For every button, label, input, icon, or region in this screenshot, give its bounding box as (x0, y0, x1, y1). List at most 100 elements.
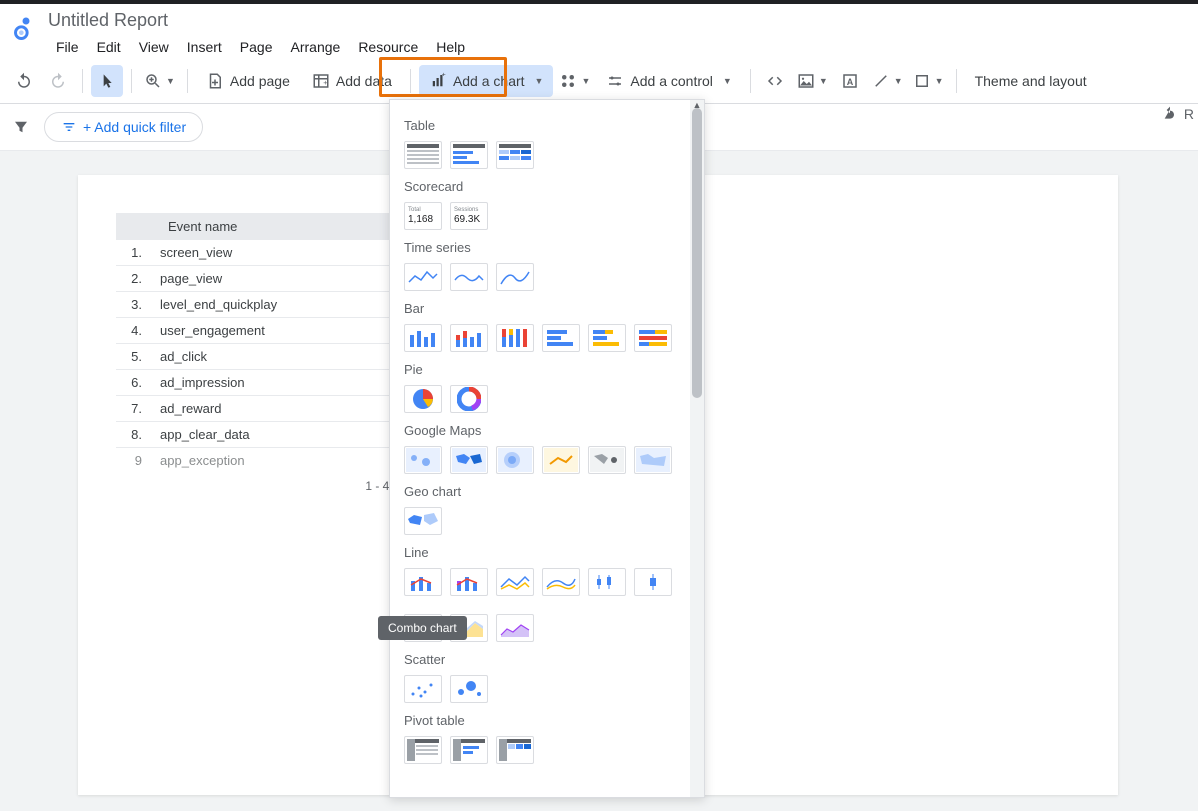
bar-chart-option[interactable] (542, 324, 580, 352)
stacked-bar-option[interactable] (588, 324, 626, 352)
stacked-column-100-option[interactable] (496, 324, 534, 352)
candlestick-option[interactable] (588, 568, 626, 596)
community-viz-button[interactable]: ▼ (555, 65, 594, 97)
row-value: level_end_quickplay (160, 297, 396, 312)
row-value: ad_impression (160, 375, 396, 390)
table-row[interactable]: 3.level_end_quickplay (116, 292, 396, 318)
zoom-button[interactable]: ▼ (140, 65, 179, 97)
satellite-map-option[interactable] (634, 446, 672, 474)
filter-icon[interactable] (12, 118, 32, 136)
stacked-bar-100-option[interactable] (634, 324, 672, 352)
line-tool-button[interactable]: ▼ (868, 65, 907, 97)
document-title[interactable]: Untitled Report (48, 8, 1186, 33)
chevron-down-icon: ▼ (535, 76, 544, 86)
smoothed-timeseries-option[interactable] (496, 263, 534, 291)
menu-view[interactable]: View (131, 35, 177, 59)
add-control-button[interactable]: Add a control▼ (596, 65, 741, 97)
table-row[interactable]: 1.screen_view (116, 240, 396, 266)
bubble-map-option[interactable] (404, 446, 442, 474)
scrollbar-thumb[interactable] (692, 108, 702, 398)
header-label: Event name (168, 219, 237, 234)
menubar: File Edit View Insert Page Arrange Resou… (48, 35, 1186, 59)
undo-button[interactable] (8, 65, 40, 97)
scorecard-option[interactable]: Total1,168 (404, 202, 442, 230)
row-index: 5. (116, 349, 160, 364)
scatter-chart-option[interactable] (404, 675, 442, 703)
event-table[interactable]: Event name 1.screen_view 2.page_view 3.l… (116, 213, 396, 473)
pie-chart-option[interactable] (404, 385, 442, 413)
combo-stacked-option[interactable] (450, 568, 488, 596)
section-bar-label: Bar (404, 301, 676, 316)
donut-chart-option[interactable] (450, 385, 488, 413)
add-data-label: Add data (336, 73, 392, 89)
text-button[interactable]: A (834, 65, 866, 97)
scorecard-label: Sessions (454, 207, 478, 214)
heatmap-map-option[interactable] (496, 446, 534, 474)
menu-arrange[interactable]: Arrange (283, 35, 349, 59)
embed-button[interactable] (759, 65, 791, 97)
table-heatmap-option[interactable] (496, 141, 534, 169)
row-value: app_clear_data (160, 427, 396, 442)
table-row[interactable]: 8.app_clear_data (116, 422, 396, 448)
table-row[interactable]: 6.ad_impression (116, 370, 396, 396)
scrollbar[interactable]: ▲ (690, 100, 704, 797)
chevron-down-icon: ▼ (581, 76, 590, 86)
table-chart-option[interactable] (404, 141, 442, 169)
line-chart-option[interactable] (496, 568, 534, 596)
sparkline-option[interactable] (450, 263, 488, 291)
pivot-table-option[interactable] (404, 736, 442, 764)
undo-icon[interactable] (1162, 106, 1178, 122)
image-button[interactable]: ▼ (793, 65, 832, 97)
add-chart-button[interactable]: +Add a chart▼ (419, 65, 554, 97)
row-index: 1. (116, 245, 160, 260)
combo-chart-tooltip: Combo chart (378, 616, 467, 640)
right-header-fragment: R (1162, 106, 1194, 122)
theme-layout-button[interactable]: Theme and layout (965, 65, 1097, 97)
toolbar: ▼ Add page + Add data +Add a chart▼ ▼ Add… (0, 59, 1198, 104)
menu-page[interactable]: Page (232, 35, 281, 59)
pivot-bars-option[interactable] (450, 736, 488, 764)
row-value: page_view (160, 271, 396, 286)
stacked-area-100-option[interactable] (496, 614, 534, 642)
row-index: 3. (116, 297, 160, 312)
table-row[interactable]: 2.page_view (116, 266, 396, 292)
table-row[interactable]: 9app_exception (116, 448, 396, 473)
column-chart-option[interactable] (404, 324, 442, 352)
stacked-column-option[interactable] (450, 324, 488, 352)
menu-edit[interactable]: Edit (89, 35, 129, 59)
selection-tool[interactable] (91, 65, 123, 97)
table-row[interactable]: 5.ad_click (116, 344, 396, 370)
table-row[interactable]: 4.user_engagement (116, 318, 396, 344)
bubble-chart-option[interactable] (450, 675, 488, 703)
add-page-button[interactable]: Add page (196, 65, 300, 97)
add-quick-filter-button[interactable]: + Add quick filter (44, 112, 203, 142)
table-header[interactable]: Event name (116, 213, 396, 240)
section-table-label: Table (404, 118, 676, 133)
table-row[interactable]: 7.ad_reward (116, 396, 396, 422)
add-data-button[interactable]: + Add data (302, 65, 402, 97)
table-bars-option[interactable] (450, 141, 488, 169)
pivot-heatmap-option[interactable] (496, 736, 534, 764)
add-page-label: Add page (230, 73, 290, 89)
combo-map-option[interactable] (588, 446, 626, 474)
row-value: ad_reward (160, 401, 396, 416)
line-map-option[interactable] (542, 446, 580, 474)
scorecard-compact-option[interactable]: Sessions69.3K (450, 202, 488, 230)
smoothed-line-option[interactable] (542, 568, 580, 596)
menu-resource[interactable]: Resource (350, 35, 426, 59)
candlestick-single-option[interactable] (634, 568, 672, 596)
chevron-down-icon: ▼ (819, 76, 828, 86)
menu-insert[interactable]: Insert (179, 35, 230, 59)
menu-file[interactable]: File (48, 35, 87, 59)
section-scorecard-label: Scorecard (404, 179, 676, 194)
combo-line-bar-option[interactable] (404, 568, 442, 596)
shape-tool-button[interactable]: ▼ (909, 65, 948, 97)
filled-map-option[interactable] (450, 446, 488, 474)
row-value: user_engagement (160, 323, 396, 338)
svg-text:+: + (323, 78, 328, 87)
redo-button[interactable] (42, 65, 74, 97)
geo-chart-option[interactable] (404, 507, 442, 535)
cutoff-label: R (1184, 106, 1194, 122)
timeseries-option[interactable] (404, 263, 442, 291)
menu-help[interactable]: Help (428, 35, 473, 59)
